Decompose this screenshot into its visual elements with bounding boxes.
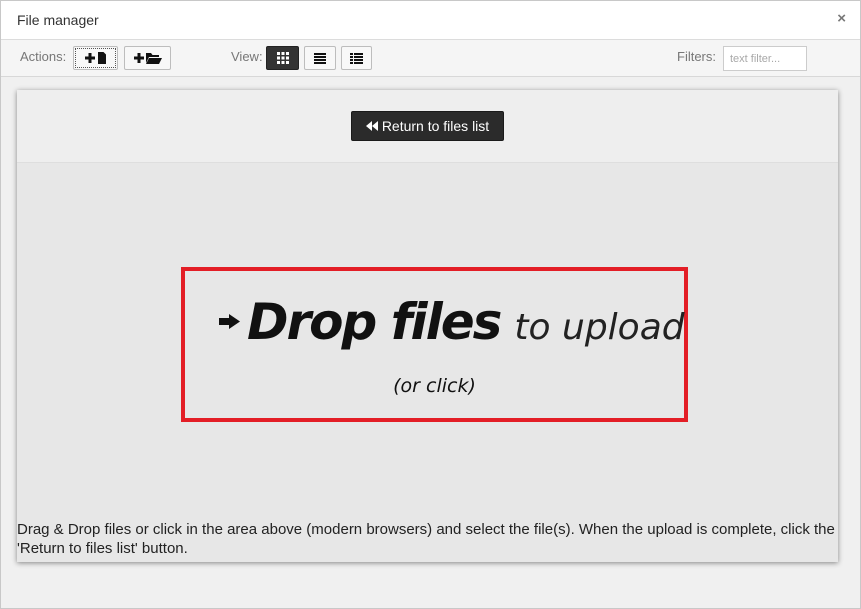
toolbar: Actions: View: Filters: text filter... <box>1 40 860 77</box>
view-details-button[interactable] <box>341 46 372 70</box>
upload-help-text: Drag & Drop files or click in the area a… <box>17 521 835 557</box>
drop-zone[interactable]: Drop files to upload (or click) <box>181 267 688 422</box>
actions-label: Actions: <box>20 49 67 64</box>
file-manager-window: File manager × Actions: View: Filters: t… <box>0 0 861 609</box>
view-label: View: <box>231 49 263 64</box>
drop-files-text: Drop files <box>247 293 502 351</box>
arrow-right-icon <box>219 314 240 329</box>
add-folder-button[interactable] <box>124 46 171 70</box>
filters-label: Filters: <box>677 49 716 64</box>
view-list-button[interactable] <box>304 46 336 70</box>
double-chevron-left-icon <box>365 121 378 131</box>
plus-folder-icon <box>133 53 162 64</box>
view-grid-button[interactable] <box>266 46 299 70</box>
upload-panel: Return to files list Drop files to uploa… <box>17 90 838 562</box>
text-filter-input[interactable] <box>723 46 807 71</box>
drop-zone-heading: Drop files to upload <box>219 293 685 351</box>
grid-icon <box>276 52 289 64</box>
or-click-text: (or click) <box>393 375 476 397</box>
title-bar: File manager × <box>1 1 860 40</box>
add-file-button[interactable] <box>73 46 118 70</box>
to-upload-text: to upload <box>514 307 685 348</box>
details-icon <box>350 52 363 64</box>
plus-file-icon <box>84 52 106 64</box>
upload-panel-header: Return to files list <box>17 90 838 163</box>
return-button-label: Return to files list <box>381 118 490 134</box>
return-to-files-button[interactable]: Return to files list <box>351 111 504 141</box>
list-icon <box>314 52 326 64</box>
window-title: File manager <box>17 12 99 28</box>
close-icon[interactable]: × <box>837 10 846 27</box>
